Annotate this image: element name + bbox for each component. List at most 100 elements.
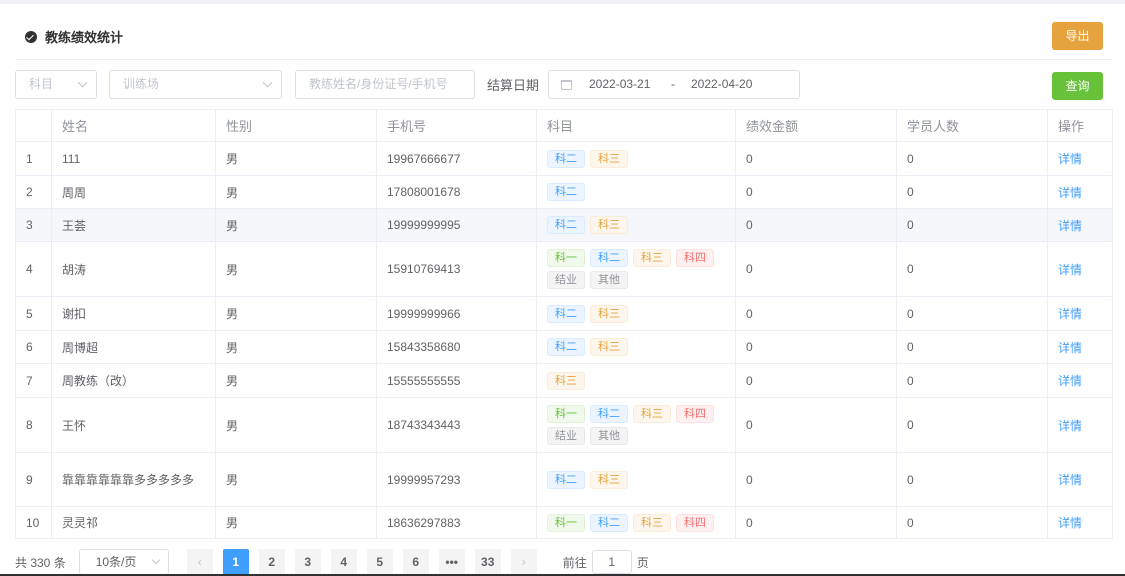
detail-link[interactable]: 详情 bbox=[1058, 516, 1082, 530]
subject-tags: 科一 科二 科三 科四 bbox=[536, 506, 736, 539]
subject-tag: 结业 bbox=[547, 271, 585, 289]
coach-phone: 19999999995 bbox=[376, 208, 537, 242]
top-bar bbox=[0, 0, 1125, 4]
performance-amount: 0 bbox=[735, 330, 897, 364]
subject-tag: 科三 bbox=[633, 249, 671, 267]
row-index: 5 bbox=[15, 296, 52, 331]
table-row: 7 周教练（改）男 15555555555 科三 0 0 详情 bbox=[15, 363, 1113, 398]
student-count: 0 bbox=[896, 141, 1048, 176]
detail-link[interactable]: 详情 bbox=[1058, 341, 1082, 355]
header-phone: 手机号 bbox=[376, 109, 537, 142]
detail-link[interactable]: 详情 bbox=[1058, 263, 1082, 277]
detail-link[interactable]: 详情 bbox=[1058, 186, 1082, 200]
subject-tag: 结业 bbox=[547, 427, 585, 445]
subject-tag: 科三 bbox=[590, 216, 628, 234]
next-page-button[interactable]: › bbox=[510, 549, 537, 575]
more-pages-button[interactable]: ••• bbox=[438, 549, 465, 575]
row-index: 7 bbox=[15, 363, 52, 398]
performance-amount: 0 bbox=[735, 208, 897, 242]
coach-sex: 男 bbox=[215, 452, 377, 507]
row-index: 6 bbox=[15, 330, 52, 364]
page-button[interactable]: 1 bbox=[222, 549, 249, 575]
coach-name: 周周 bbox=[51, 175, 216, 209]
coach-sex: 男 bbox=[215, 141, 377, 176]
student-count: 0 bbox=[896, 241, 1048, 297]
detail-link[interactable]: 详情 bbox=[1058, 374, 1082, 388]
prev-page-button[interactable]: ‹ bbox=[186, 549, 213, 575]
coach-sex: 男 bbox=[215, 241, 377, 297]
performance-amount: 0 bbox=[735, 175, 897, 209]
subject-tag: 科一 bbox=[547, 405, 585, 423]
header-sex: 性别 bbox=[215, 109, 377, 142]
query-button[interactable]: 查询 bbox=[1052, 72, 1103, 100]
subject-tag: 科三 bbox=[590, 149, 628, 168]
detail-link[interactable]: 详情 bbox=[1058, 307, 1082, 321]
performance-amount: 0 bbox=[735, 241, 897, 297]
coach-name: 周教练（改） bbox=[51, 363, 216, 398]
table-row: 10 灵灵祁男 18636297883 科一 科二 科三 科四 0 0 详情 bbox=[15, 506, 1113, 539]
coach-search-input[interactable]: 教练姓名/身份证号/手机号 bbox=[295, 70, 475, 99]
subject-tag: 科四 bbox=[676, 405, 714, 423]
subject-select-placeholder: 科目 bbox=[29, 77, 54, 91]
coach-phone: 15843358680 bbox=[376, 330, 537, 364]
table-row: 2 周周男 17808001678 科二 0 0 详情 bbox=[15, 175, 1113, 209]
student-count: 0 bbox=[896, 330, 1048, 364]
page-button[interactable]: 4 bbox=[330, 549, 357, 575]
detail-link[interactable]: 详情 bbox=[1058, 473, 1082, 487]
page-button[interactable]: 3 bbox=[294, 549, 321, 575]
header-operation: 操作 bbox=[1047, 109, 1113, 142]
header-name: 姓名 bbox=[51, 109, 216, 142]
student-count: 0 bbox=[896, 452, 1048, 507]
table-header-row: 姓名 性别 手机号 科目 绩效金额 学员人数 操作 bbox=[15, 109, 1113, 142]
operation-cell: 详情 bbox=[1047, 175, 1113, 209]
coach-name: 灵灵祁 bbox=[51, 506, 216, 539]
subject-tag: 科二 bbox=[547, 149, 585, 168]
chevron-down-icon bbox=[77, 77, 88, 88]
subject-tag: 科三 bbox=[633, 405, 671, 423]
subject-tag: 科一 bbox=[547, 249, 585, 267]
detail-link[interactable]: 详情 bbox=[1058, 419, 1082, 433]
subject-tags: 科一 科二 科三 科四 结业 其他 bbox=[536, 397, 736, 453]
coach-sex: 男 bbox=[215, 397, 377, 453]
subject-tags: 科二 科三 bbox=[536, 330, 736, 364]
table-row: 6 周博超男 15843358680 科二 科三 0 0 详情 bbox=[15, 330, 1113, 364]
date-start[interactable]: 2022-03-21 bbox=[589, 71, 650, 98]
performance-table: 姓名 性别 手机号 科目 绩效金额 学员人数 操作 1 111 男 199676666… bbox=[15, 109, 1113, 539]
detail-link[interactable]: 详情 bbox=[1058, 219, 1082, 233]
coach-phone: 18636297883 bbox=[376, 506, 537, 539]
subject-tags: 科三 bbox=[536, 363, 736, 398]
pagination: 共 330 条 10条/页 ‹ 1 2 3 4 5 6 ••• 33 › 前往 1 页 bbox=[15, 549, 649, 575]
coach-name: 谢扣 bbox=[51, 296, 216, 331]
table-row: 9 靠靠靠靠靠靠多多多多多男 19999957293 科二 科三 0 0 详情 bbox=[15, 452, 1113, 507]
subject-tags: 科二 科三 bbox=[536, 141, 736, 176]
subject-tag: 科一 bbox=[547, 513, 585, 532]
subject-tag: 科二 bbox=[547, 338, 585, 356]
page-button[interactable]: 6 bbox=[402, 549, 429, 575]
date-separator: - bbox=[671, 77, 675, 91]
page-size-select[interactable]: 10条/页 bbox=[78, 549, 169, 575]
detail-link[interactable]: 详情 bbox=[1058, 152, 1082, 166]
table-row: 3 王荟男 19999999995 科二 科三 0 0 详情 bbox=[15, 208, 1113, 242]
page-button[interactable]: 33 bbox=[474, 549, 501, 575]
page-button[interactable]: 5 bbox=[366, 549, 393, 575]
coach-sex: 男 bbox=[215, 296, 377, 331]
export-button[interactable]: 导出 bbox=[1052, 22, 1103, 50]
training-field-select[interactable]: 训练场 bbox=[109, 70, 282, 99]
date-end[interactable]: 2022-04-20 bbox=[691, 71, 752, 98]
training-field-placeholder: 训练场 bbox=[123, 77, 160, 91]
coach-phone: 19999999966 bbox=[376, 296, 537, 331]
subject-select[interactable]: 科目 bbox=[15, 70, 97, 99]
subject-tag: 科三 bbox=[633, 513, 671, 532]
subject-tags: 科一 科二 科三 科四 结业 其他 bbox=[536, 241, 736, 297]
coach-sex: 男 bbox=[215, 175, 377, 209]
subject-tag: 科二 bbox=[547, 470, 585, 489]
page-button[interactable]: 2 bbox=[258, 549, 285, 575]
performance-amount: 0 bbox=[735, 141, 897, 176]
goto-page-input[interactable]: 1 bbox=[591, 550, 632, 574]
settlement-date-label: 结算日期 bbox=[487, 78, 540, 93]
coach-sex: 男 bbox=[215, 208, 377, 242]
header-subject: 科目 bbox=[536, 109, 736, 142]
date-range-picker[interactable]: 2022-03-21 - 2022-04-20 bbox=[548, 70, 800, 99]
row-index: 9 bbox=[15, 452, 52, 507]
coach-sex: 男 bbox=[215, 330, 377, 364]
